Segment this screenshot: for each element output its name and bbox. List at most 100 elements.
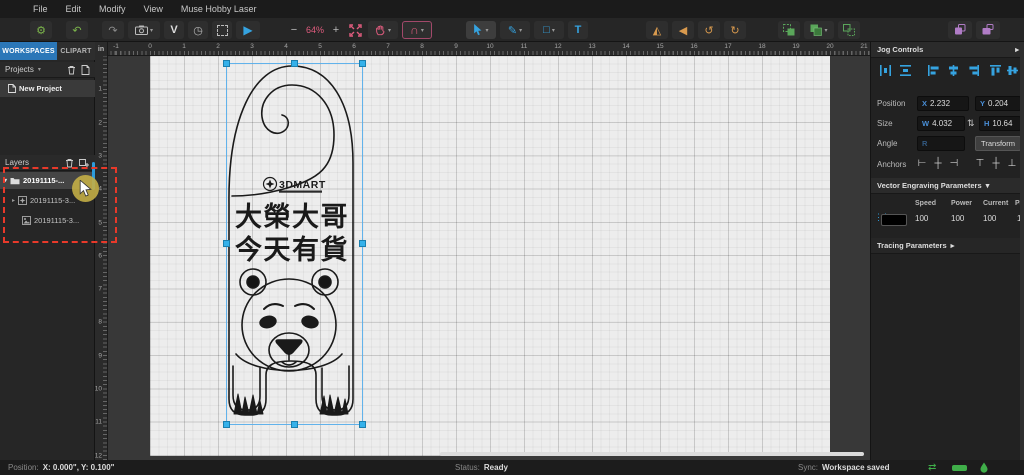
h-ruler-tick-label: 7 <box>386 43 390 50</box>
right-panel-scrollbar[interactable] <box>1020 42 1024 460</box>
align-left-button[interactable] <box>925 62 941 78</box>
selection-handle-top-mid[interactable] <box>291 60 298 67</box>
tracing-params-header[interactable]: Tracing Parameters ▸ <box>871 238 1024 254</box>
align-top-button[interactable] <box>987 62 1003 78</box>
selection-bounding-box[interactable] <box>226 63 363 425</box>
rotate-ccw-icon: ↺ <box>704 24 714 37</box>
transform-button[interactable]: Transform <box>975 136 1021 151</box>
sync-arrows-icon: ⇄ <box>928 462 937 473</box>
snap-tool-button[interactable]: ∩ ▾ <box>402 21 432 39</box>
copy-button[interactable] <box>948 21 972 39</box>
pan-tool-button[interactable]: ▾ <box>368 21 398 39</box>
angle-r-field[interactable]: R <box>917 136 965 151</box>
paste-button[interactable] <box>976 21 1000 39</box>
h-ruler-tick-label: 16 <box>690 43 698 50</box>
current-value[interactable]: 100 <box>983 214 996 223</box>
rotate-ccw-button[interactable]: ↺ <box>698 21 720 39</box>
selection-handle-bottom-mid[interactable] <box>291 421 298 428</box>
menu-muse-hobby-laser[interactable]: Muse Hobby Laser <box>181 4 257 14</box>
vector-params-header[interactable]: Vector Engraving Parameters ▾ <box>871 178 1024 194</box>
text-tool-button[interactable]: T <box>568 21 588 39</box>
group-button[interactable] <box>778 21 800 39</box>
position-y-field[interactable]: Y 0.204 <box>975 96 1021 111</box>
selection-handle-right-mid[interactable] <box>359 240 366 247</box>
timer-button[interactable]: ◷ <box>188 21 208 39</box>
col-current: Current <box>983 200 1009 207</box>
anchor-center-v-button[interactable]: ┼ <box>989 158 1003 169</box>
water-cooling-icon <box>980 460 988 475</box>
flip-horizontal-button[interactable]: ◀ <box>672 21 694 39</box>
canvas-horizontal-scrollbar[interactable] <box>440 452 864 456</box>
selection-handle-bottom-left[interactable] <box>223 421 230 428</box>
selection-handle-left-mid[interactable] <box>223 240 230 247</box>
size-w-field[interactable]: W 4.032 <box>917 116 965 131</box>
distribute-horizontal-button[interactable] <box>877 62 893 78</box>
layer-row-vector[interactable]: ▸ 20191115-3... <box>0 192 95 209</box>
layer-color-swatch[interactable] <box>881 214 907 226</box>
selection-handle-top-right[interactable] <box>359 60 366 67</box>
workspace-canvas[interactable]: 3DMART 大榮大哥 今天有貨 <box>108 56 870 460</box>
image-layer-icon <box>22 216 31 225</box>
menu-view[interactable]: View <box>144 4 163 14</box>
undo-button[interactable]: ↶ <box>66 21 88 39</box>
tab-workspaces[interactable]: WORKSPACES <box>0 42 57 60</box>
new-project-icon[interactable] <box>81 64 90 75</box>
menu-bar: File Edit Modify View Muse Hobby Laser <box>0 0 1024 18</box>
position-x-field[interactable]: X 2.232 <box>917 96 969 111</box>
boolean-ops-button[interactable]: ▾ <box>804 21 834 39</box>
add-layer-icon[interactable] <box>79 158 90 168</box>
pen-tool-button[interactable]: ✎ ▾ <box>500 21 530 39</box>
zoom-fit-button[interactable] <box>346 21 364 39</box>
settings-button[interactable]: ⚙ <box>30 21 52 39</box>
power-value[interactable]: 100 <box>951 214 964 223</box>
zoom-level[interactable]: 64% <box>302 21 328 39</box>
collapse-arrow-icon[interactable]: ▾ <box>986 181 990 190</box>
zoom-in-button[interactable]: + <box>330 21 342 39</box>
expander-open-icon[interactable]: ▾ <box>4 177 7 184</box>
anchor-left-button[interactable]: ⊢ <box>915 158 929 169</box>
expand-arrow-icon[interactable]: ▸ <box>951 241 955 250</box>
speed-value[interactable]: 100 <box>915 214 928 223</box>
magnet-icon: ∩ <box>410 23 419 37</box>
h-ruler-tick-label: 12 <box>554 43 562 50</box>
anchor-right-button[interactable]: ⊣ <box>947 158 961 169</box>
selection-handle-top-left[interactable] <box>223 60 230 67</box>
anchor-bottom-button[interactable]: ⊥ <box>1005 158 1019 169</box>
select-tool-button[interactable]: ▾ <box>466 21 496 39</box>
zoom-out-button[interactable]: − <box>288 21 300 39</box>
flip-vertical-button[interactable]: ◭ <box>646 21 668 39</box>
anchor-center-h-button[interactable]: ┼ <box>931 158 945 169</box>
tab-clipart[interactable]: CLIPART <box>57 42 95 60</box>
chevron-down-icon[interactable]: ▾ <box>38 66 41 73</box>
align-right-button[interactable] <box>965 62 981 78</box>
menu-file[interactable]: File <box>33 4 48 14</box>
jog-controls-header[interactable]: Jog Controls ▸ <box>871 42 1024 58</box>
h-ruler-tick-label: 10 <box>486 43 494 50</box>
selection-handle-bottom-right[interactable] <box>359 421 366 428</box>
align-center-button[interactable] <box>945 62 961 78</box>
anchor-top-button[interactable]: ⊤ <box>973 158 987 169</box>
lock-aspect-icon[interactable]: ⇅ <box>967 118 975 129</box>
expander-closed-icon[interactable]: ▸ <box>12 197 15 204</box>
rotate-cw-button[interactable]: ↻ <box>724 21 746 39</box>
expand-arrow-icon[interactable]: ▸ <box>1015 45 1019 54</box>
frame-preview-button[interactable] <box>212 21 232 39</box>
run-job-button[interactable]: ▶ <box>236 21 260 39</box>
delete-layer-icon[interactable] <box>65 158 74 168</box>
ungroup-button[interactable] <box>838 21 860 39</box>
vector-view-button[interactable]: V <box>164 21 184 39</box>
distribute-vertical-button[interactable] <box>897 62 913 78</box>
machine-status: Status: Ready <box>455 463 508 472</box>
camera-capture-button[interactable]: ▾ <box>128 21 160 39</box>
delete-project-icon[interactable] <box>67 65 76 75</box>
right-sidebar: Jog Controls ▸ Position X 2.232 Y 0.204 Si… <box>870 42 1024 460</box>
redo-button[interactable]: ↷ <box>102 21 124 39</box>
menu-edit[interactable]: Edit <box>66 4 82 14</box>
layer-row-folder[interactable]: ▾ 20191115-... <box>0 172 95 189</box>
align-bottom-hidden <box>1004 62 1020 78</box>
layer-row-image[interactable]: 20191115-3... <box>0 212 95 229</box>
project-item-new-project[interactable]: New Project <box>0 80 95 97</box>
menu-modify[interactable]: Modify <box>99 4 126 14</box>
size-h-field[interactable]: H 10.64 <box>979 116 1021 131</box>
shape-tool-button[interactable]: □ ▾ <box>534 21 564 39</box>
